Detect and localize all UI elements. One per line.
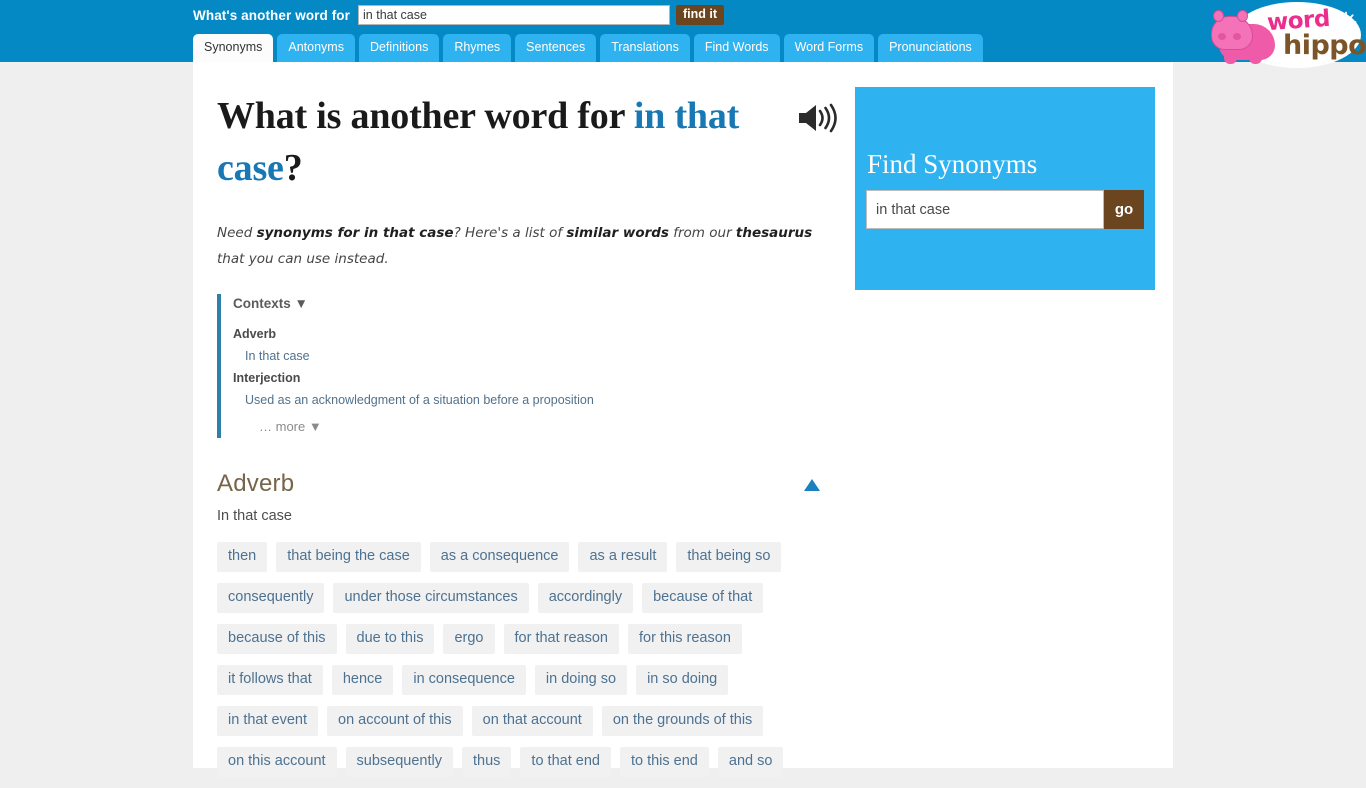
synonym-chip[interactable]: in doing so <box>534 665 628 695</box>
page-title-prefix: What is another word for <box>217 95 634 137</box>
hippo-nostril-left <box>1218 33 1226 40</box>
synonym-chip[interactable]: thus <box>462 747 512 777</box>
context-pos-adverb: Adverb <box>233 327 277 341</box>
synonym-chip[interactable]: as a consequence <box>429 542 570 572</box>
page-title: What is another word for in that case? <box>217 90 777 194</box>
go-button[interactable]: go <box>1104 190 1144 229</box>
synonym-chip-list: then that being the case as a consequenc… <box>217 542 837 788</box>
contexts-more-toggle[interactable]: … more ▼ <box>233 419 322 438</box>
sun-icon[interactable] <box>1334 10 1358 34</box>
find-it-button[interactable]: find it <box>676 5 725 25</box>
tab-sentences[interactable]: Sentences <box>515 34 597 62</box>
hippo-leg-back <box>1249 52 1262 64</box>
sidebar: Find Synonyms go <box>855 87 1155 290</box>
search-label: What's another word for <box>193 7 351 23</box>
synonym-chip[interactable]: that being so <box>676 542 782 572</box>
tab-translations[interactable]: Translations <box>600 34 690 62</box>
contexts-title-label: Contexts <box>233 296 291 311</box>
header-inner: What's another word for find it Synonyms… <box>193 0 1366 68</box>
synonym-chip[interactable]: for that reason <box>503 624 619 654</box>
synonyms-section-adverb: Adverb In that case then that being the … <box>217 470 837 788</box>
contexts-toggle[interactable]: Contexts ▼ <box>233 294 308 319</box>
synonym-chip[interactable]: because of that <box>642 583 764 613</box>
blurb-part-3: from our <box>668 225 736 241</box>
page-title-suffix: ? <box>283 147 303 189</box>
blurb-bold-1: synonyms for in that case <box>256 225 454 241</box>
hippo-ear-left <box>1213 10 1224 22</box>
synonym-chip[interactable]: it follows that <box>217 665 323 695</box>
blurb-bold-2: similar words <box>566 225 669 241</box>
find-synonyms-form: go <box>866 190 1144 229</box>
find-synonyms-title: Find Synonyms <box>867 149 1038 179</box>
synonym-chip[interactable]: ergo <box>443 624 495 654</box>
synonym-chip[interactable]: as a result <box>578 542 668 572</box>
speaker-icon[interactable] <box>795 100 841 136</box>
nav-tabs: Synonyms Antonyms Definitions Rhymes Sen… <box>193 32 987 62</box>
synonym-chip[interactable]: under those circumstances <box>333 583 529 613</box>
hippo-leg-front <box>1224 52 1237 64</box>
header-search-input[interactable] <box>358 5 671 25</box>
blurb-part-4: that you can use instead. <box>217 251 389 267</box>
blurb-part-1: Need <box>217 225 257 241</box>
tab-word-forms[interactable]: Word Forms <box>783 34 875 62</box>
page-container: What is another word for in that case? N… <box>193 62 1173 777</box>
synonym-chip[interactable]: for this reason <box>628 624 742 654</box>
tab-rhymes[interactable]: Rhymes <box>443 34 512 62</box>
header-search-row: What's another word for find it <box>193 0 725 30</box>
context-definition-interjection[interactable]: Used as an acknowledgment of a situation… <box>233 393 837 407</box>
synonym-chip[interactable]: in so doing <box>636 665 729 695</box>
blurb-part-2: ? Here's a list of <box>453 225 567 241</box>
top-header-bar: What's another word for find it Synonyms… <box>0 0 1366 68</box>
synonym-chip[interactable]: accordingly <box>537 583 634 613</box>
hippo-ear-right <box>1237 10 1248 22</box>
blurb-bold-3: thesaurus <box>735 225 813 241</box>
hippo-nostril-right <box>1233 33 1241 40</box>
chevron-down-icon: ▼ <box>294 296 308 311</box>
synonym-chip[interactable]: on the grounds of this <box>601 706 764 736</box>
tab-pronunciations[interactable]: Pronunciations <box>878 34 983 62</box>
find-synonyms-input[interactable] <box>866 190 1104 229</box>
synonym-chip[interactable]: in that event <box>217 706 318 736</box>
synonym-chip[interactable]: due to this <box>345 624 435 654</box>
synonym-chip[interactable]: in consequence <box>402 665 526 695</box>
tab-find-words[interactable]: Find Words <box>693 34 780 62</box>
synonym-chip[interactable]: hence <box>331 665 394 695</box>
tab-antonyms[interactable]: Antonyms <box>277 34 355 62</box>
synonym-chip[interactable]: to that end <box>520 747 611 777</box>
section-sense-label: In that case <box>217 508 292 524</box>
logo-hippo-text: hippo <box>1283 30 1366 61</box>
section-pos-heading: Adverb <box>217 470 295 497</box>
contexts-panel: Contexts ▼ Adverb In that case Interject… <box>217 294 837 438</box>
synonym-chip[interactable]: consequently <box>217 583 325 613</box>
synonym-chip[interactable]: on that account <box>471 706 593 736</box>
synonym-chip[interactable]: and so <box>717 747 784 777</box>
context-pos-interjection: Interjection <box>233 371 301 385</box>
synonym-chip[interactable]: because of this <box>217 624 337 654</box>
synonym-chip[interactable]: to this end <box>619 747 709 777</box>
triangle-up-icon[interactable] <box>803 478 821 492</box>
synonym-chip[interactable]: on this account <box>217 747 337 777</box>
synonym-chip[interactable]: then <box>217 542 268 572</box>
synonym-chip[interactable]: that being the case <box>276 542 421 572</box>
page-blurb: Need synonyms for in that case? Here's a… <box>217 220 825 272</box>
find-synonyms-box: Find Synonyms go <box>855 87 1155 290</box>
synonym-chip[interactable]: subsequently <box>345 747 453 777</box>
tab-synonyms[interactable]: Synonyms <box>193 34 274 62</box>
tab-definitions[interactable]: Definitions <box>358 34 440 62</box>
context-definition-adverb[interactable]: In that case <box>233 349 837 363</box>
main-content-column: What is another word for in that case? N… <box>217 90 857 788</box>
synonym-chip[interactable]: on account of this <box>327 706 463 736</box>
